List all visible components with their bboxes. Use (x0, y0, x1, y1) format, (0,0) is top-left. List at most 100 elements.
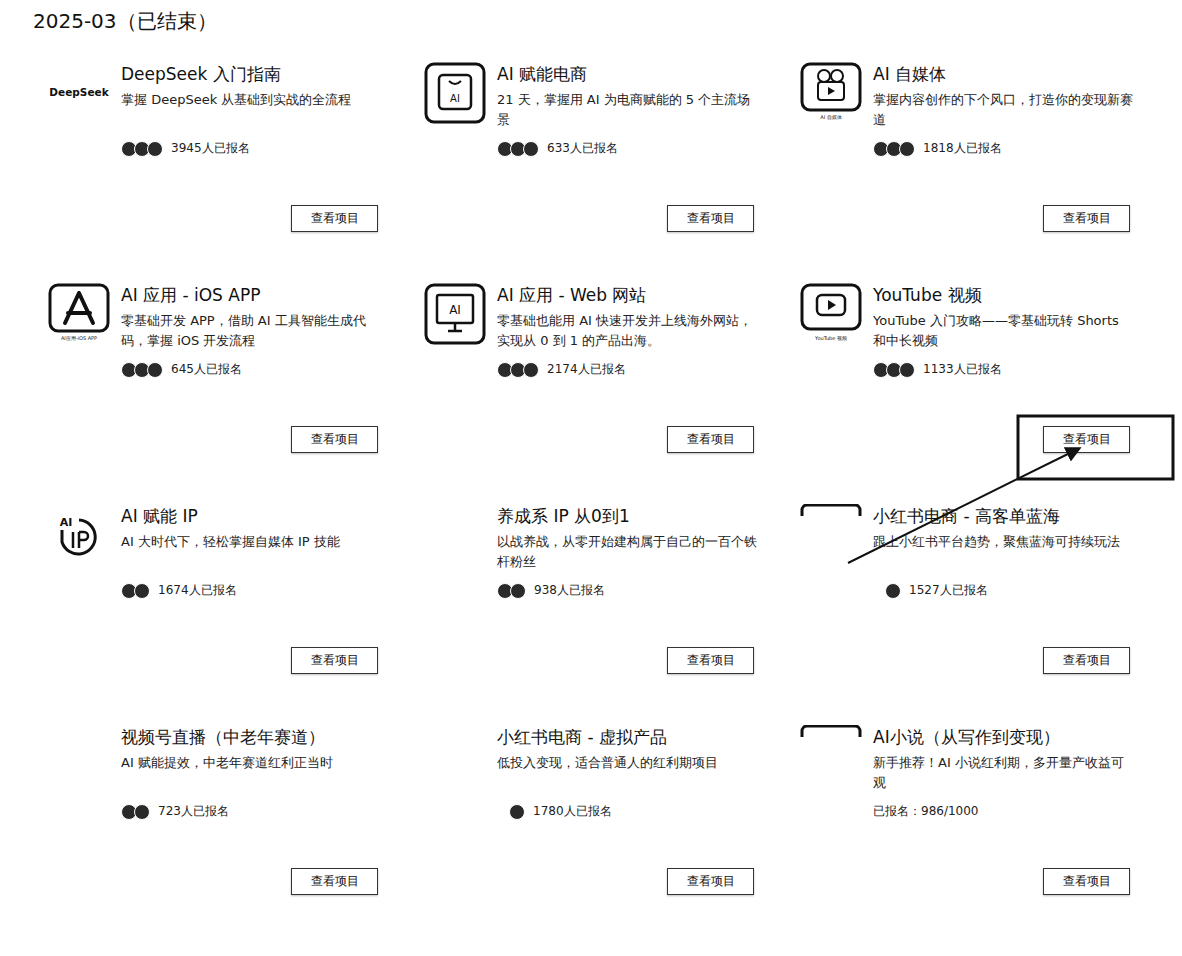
arrow-icon (848, 449, 1078, 563)
project-icon-slot (424, 504, 486, 566)
avatar-group (497, 362, 539, 378)
signup-count: 938人已报名 (534, 582, 605, 599)
view-project-button[interactable]: 查看项目 (667, 868, 754, 895)
project-card: YouTube 视频YouTube 视频YouTube 入门攻略——零基础玩转 … (800, 281, 1176, 502)
project-title: DeepSeek 入门指南 (121, 62, 383, 86)
project-card: AI 自媒体AI 自媒体掌握内容创作的下个风口，打造你的变现新赛道1818人已报… (800, 60, 1176, 281)
video-camera-icon: AI 自媒体 (800, 62, 862, 124)
project-card: DeepSeek DeepSeek 入门指南掌握 DeepSeek 从基础到实战的… (48, 60, 424, 281)
project-card: 视频号直播（中老年赛道） AI 赋能提效，中老年赛道红利正当时 723人已报名查看项… (48, 723, 424, 944)
annotation-overlay (0, 0, 1182, 956)
signup-row: 723人已报名 (121, 803, 383, 820)
project-description: 零基础也能用 AI 快速开发并上线海外网站，实现从 0 到 1 的产品出海。 (497, 311, 759, 351)
avatar-icon (899, 362, 915, 378)
signup-row: 1780人已报名 (497, 803, 759, 820)
project-title: 小红书电商 - 虚拟产品 (497, 725, 759, 749)
avatar-group (873, 141, 915, 157)
project-card: 小红书电商 - 虚拟产品低投入变现，适合普通人的红利期项目 1780人已报名查看项… (424, 723, 800, 944)
project-icon-slot: AI (424, 283, 486, 345)
project-grid: DeepSeek DeepSeek 入门指南掌握 DeepSeek 从基础到实战的… (0, 60, 1182, 944)
project-description: AI 大时代下，轻松掌握自媒体 IP 技能 (121, 532, 383, 572)
project-description: 21 天，掌握用 AI 为电商赋能的 5 个主流场景 (497, 90, 759, 130)
view-project-button[interactable]: 查看项目 (667, 205, 754, 232)
signup-row: 633人已报名 (497, 140, 759, 157)
view-project-button[interactable]: 查看项目 (291, 647, 378, 674)
signup-count: 已报名：986/1000 (873, 803, 979, 820)
avatar-group (497, 583, 526, 599)
shopping-bag-icon: AI (424, 62, 486, 124)
project-icon-slot: AI (424, 62, 486, 124)
project-card: AIAI 应用 - Web 网站零基础也能用 AI 快速开发并上线海外网站，实现… (424, 281, 800, 502)
cover-image-icon (800, 504, 862, 566)
svg-text:YouTube 视频: YouTube 视频 (814, 335, 847, 341)
project-description: 零基础开发 APP，借助 AI 工具智能生成代码，掌握 iOS 开发流程 (121, 311, 383, 351)
project-description: 低投入变现，适合普通人的红利期项目 (497, 753, 759, 793)
signup-count: 2174人已报名 (547, 361, 626, 378)
avatar-icon (509, 804, 525, 820)
project-card: 养成系 IP 从0到1以战养战，从零开始建构属于自己的一百个铁杆粉丝938人已报… (424, 502, 800, 723)
avatar-group (497, 141, 539, 157)
project-description: 以战养战，从零开始建构属于自己的一百个铁杆粉丝 (497, 532, 759, 572)
project-title: 视频号直播（中老年赛道） (121, 725, 383, 749)
avatar-icon (147, 362, 163, 378)
avatar-group (121, 583, 150, 599)
page: 2025-03（已结束）DeepSeekDeepSeek 入门指南掌握 Deep… (0, 0, 1182, 956)
app-store-icon: AI应用-iOS APP (48, 283, 110, 345)
signup-count: 1527人已报名 (909, 582, 988, 599)
avatar-icon (134, 583, 150, 599)
view-project-button[interactable]: 查看项目 (291, 205, 378, 232)
highlight-box (1018, 416, 1173, 479)
avatar-group (885, 583, 901, 599)
project-description: YouTube 入门攻略——零基础玩转 Shorts 和中长视频 (873, 311, 1135, 351)
project-title: AI 应用 - iOS APP (121, 283, 383, 307)
avatar-icon (899, 141, 915, 157)
project-card: AI应用-iOS APP AI 应用 - iOS APP 零基础开发 APP，借助 … (48, 281, 424, 502)
avatar-icon (523, 141, 539, 157)
signup-count: 1133人已报名 (923, 361, 1002, 378)
svg-text:DeepSeek: DeepSeek (49, 86, 109, 98)
deepseek-logo-icon: DeepSeek (48, 62, 110, 124)
web-monitor-icon: AI (424, 283, 486, 345)
view-project-button[interactable]: 查看项目 (1043, 868, 1130, 895)
signup-count: 723人已报名 (158, 803, 229, 820)
svg-text:AI: AI (450, 93, 460, 104)
project-title: AI 赋能 IP (121, 504, 383, 528)
project-description: 掌握内容创作的下个风口，打造你的变现新赛道 (873, 90, 1135, 130)
svg-text:AI: AI (60, 516, 73, 529)
avatar-group (121, 804, 150, 820)
view-project-button[interactable]: 查看项目 (667, 647, 754, 674)
project-icon-slot: AI (48, 504, 110, 566)
project-icon-slot (800, 725, 862, 787)
signup-row: 1818人已报名 (873, 140, 1135, 157)
view-project-button[interactable]: 查看项目 (1043, 205, 1130, 232)
avatar-group (509, 804, 525, 820)
view-project-button[interactable]: 查看项目 (667, 426, 754, 453)
project-icon-slot (800, 504, 862, 566)
project-icon-slot: YouTube 视频 (800, 283, 862, 345)
project-description: 新手推荐！AI 小说红利期，多开量产收益可观 (873, 753, 1135, 793)
project-description: 掌握 DeepSeek 从基础到实战的全流程 (121, 90, 383, 130)
project-icon-slot: AI 自媒体 (800, 62, 862, 124)
project-icon-slot (424, 725, 486, 787)
project-description: 跟上小红书平台趋势，聚焦蓝海可持续玩法 (873, 532, 1135, 572)
view-project-button[interactable]: 查看项目 (291, 426, 378, 453)
project-card: 小红书电商 - 高客单蓝海跟上小红书平台趋势，聚焦蓝海可持续玩法1527人已报名… (800, 502, 1176, 723)
signup-row: 1133人已报名 (873, 361, 1135, 378)
avatar-icon (134, 804, 150, 820)
signup-row: 已报名：986/1000 (873, 803, 1135, 820)
signup-count: 645人已报名 (171, 361, 242, 378)
project-icon-slot: DeepSeek (48, 62, 110, 124)
signup-row: 938人已报名 (497, 582, 759, 599)
cover-image-icon (800, 725, 862, 787)
avatar-icon (523, 362, 539, 378)
signup-row: 2174人已报名 (497, 361, 759, 378)
view-project-button[interactable]: 查看项目 (1043, 426, 1130, 453)
project-description: AI 赋能提效，中老年赛道红利正当时 (121, 753, 383, 793)
svg-text:AI: AI (449, 303, 461, 317)
project-card: AIAI 赋能电商21 天，掌握用 AI 为电商赋能的 5 个主流场景633人已… (424, 60, 800, 281)
avatar-group (873, 362, 915, 378)
avatar-group (121, 362, 163, 378)
project-icon-slot: AI应用-iOS APP (48, 283, 110, 345)
view-project-button[interactable]: 查看项目 (1043, 647, 1130, 674)
view-project-button[interactable]: 查看项目 (291, 868, 378, 895)
